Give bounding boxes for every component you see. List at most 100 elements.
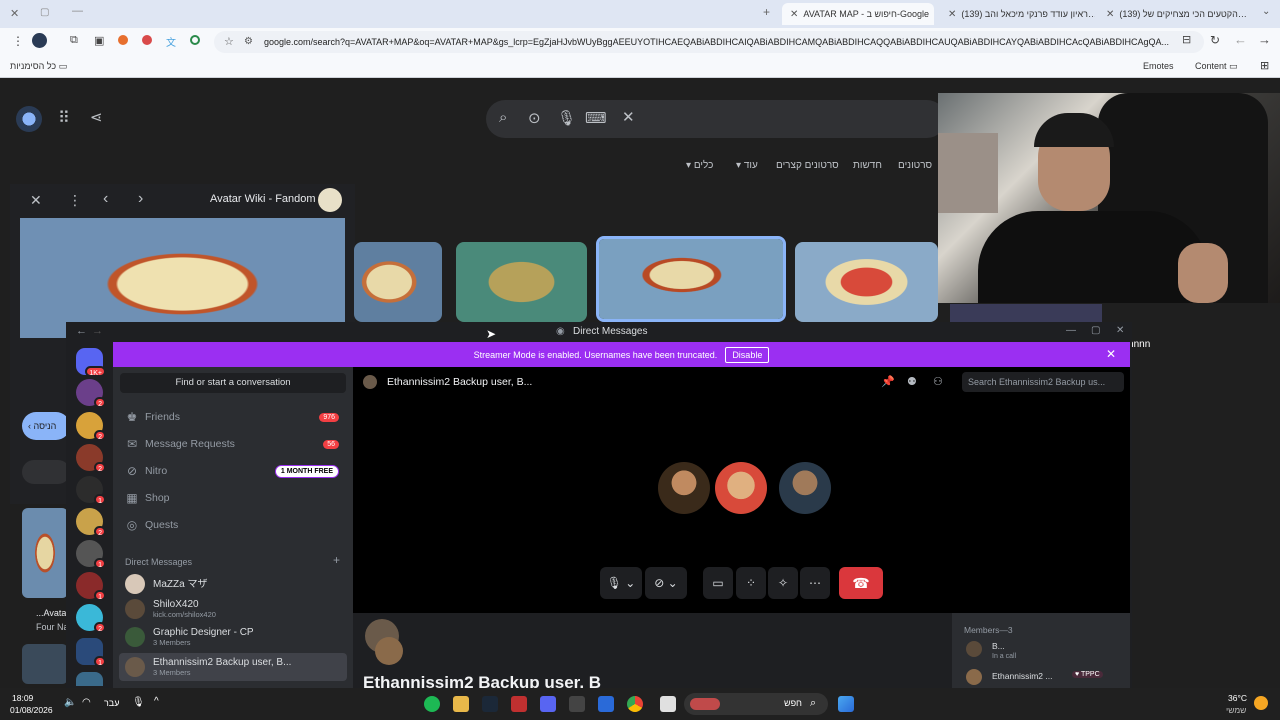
soundboard-button[interactable]: ✧ <box>768 567 798 599</box>
bookmark-emotes[interactable]: Emotes <box>1143 61 1174 71</box>
disable-streamer-mode-button[interactable]: Disable <box>725 346 770 363</box>
nav-shop[interactable]: ▦ Shop <box>119 486 347 510</box>
image-result[interactable] <box>795 242 938 322</box>
find-conversation-input[interactable]: Find or start a conversation <box>120 373 346 393</box>
close-tab-icon[interactable]: ✕ <box>948 9 956 20</box>
tab-tools[interactable]: ▾ כלים <box>686 160 713 171</box>
call-participant-avatar[interactable] <box>715 462 767 514</box>
more-options-icon[interactable]: ⋮ <box>68 192 82 209</box>
server-icon[interactable]: 1 <box>76 572 106 601</box>
taskbar-search[interactable]: חפש ⌕ <box>684 693 828 715</box>
capture-app-icon[interactable] <box>569 696 585 712</box>
dm-item-selected[interactable]: Ethannissim2 Backup user, B... 3 Members <box>119 653 347 681</box>
mute-button[interactable]: 🎙 ⌄ <box>600 567 642 599</box>
close-banner-icon[interactable]: ✕ <box>1106 347 1116 361</box>
google-account-avatar[interactable] <box>16 106 42 132</box>
steam-icon[interactable] <box>482 696 498 712</box>
discord-icon[interactable] <box>540 696 556 712</box>
tab-news[interactable]: חדשות <box>853 160 882 171</box>
previous-image-icon[interactable]: ‹ <box>103 190 108 208</box>
call-participant-avatar[interactable] <box>779 462 831 514</box>
avatar-map-preview-image[interactable] <box>20 218 345 338</box>
forward-icon[interactable]: ← <box>1234 32 1247 47</box>
server-icon[interactable]: 1 <box>76 540 106 569</box>
google-apps-icon[interactable]: ⠿ <box>58 108 70 128</box>
home-discord-icon[interactable]: 1K+ <box>76 348 106 377</box>
share-icon[interactable]: ⋖ <box>90 108 103 126</box>
server-icon[interactable]: 1 <box>76 476 106 505</box>
menu-icon[interactable]: ⋮ <box>12 34 24 48</box>
minimize-window-icon[interactable]: — <box>72 5 83 17</box>
call-participant-avatar[interactable] <box>658 462 710 514</box>
profile-avatar[interactable] <box>32 33 47 48</box>
server-icon[interactable]: 2 <box>76 508 106 537</box>
result-thumbnail[interactable] <box>22 508 68 598</box>
image-result[interactable] <box>354 242 442 322</box>
back-pill[interactable]: ‹ הניסה <box>22 412 70 440</box>
nav-quests[interactable]: ◎ Quests <box>119 513 347 537</box>
nav-friends[interactable]: ♚ Friends 976 <box>119 405 347 429</box>
close-tab-icon[interactable]: ✕ <box>790 9 798 20</box>
server-icon[interactable]: 2 <box>76 604 106 633</box>
bookmark-star-icon[interactable]: ☆ <box>224 31 234 53</box>
apps-grid-icon[interactable]: ⊞ <box>1260 59 1269 72</box>
translate-icon[interactable]: 文 <box>166 34 176 49</box>
image-result[interactable] <box>456 242 587 322</box>
activities-button[interactable]: ⁘ <box>736 567 766 599</box>
spotify-icon[interactable] <box>424 696 440 712</box>
tray-overflow-icon[interactable]: ^ <box>154 696 159 707</box>
clock-time[interactable]: 18:09 <box>12 693 33 703</box>
image-result-selected[interactable] <box>596 236 786 322</box>
server-icon[interactable]: 2 <box>76 379 106 408</box>
lens-icon[interactable]: ⊙ <box>528 109 541 127</box>
tab-youtube-2[interactable]: ✕ (139) ראיון עודד פרנקי מיכאל והב… <box>940 3 1095 25</box>
camera-button[interactable]: ⊘ ⌄ <box>645 567 687 599</box>
language-indicator[interactable]: עבר <box>104 698 119 708</box>
next-image-icon[interactable]: › <box>138 190 143 208</box>
close-panel-icon[interactable]: ✕ <box>30 192 42 209</box>
cast-icon[interactable]: ⊟ <box>1182 33 1191 46</box>
member-avatar[interactable] <box>966 669 982 685</box>
member-name[interactable]: B... <box>992 641 1005 651</box>
task-view-icon[interactable] <box>660 696 676 712</box>
apps-icon[interactable] <box>598 696 614 712</box>
server-icon[interactable] <box>76 672 103 686</box>
more-options-button[interactable]: ⋯ <box>800 567 830 599</box>
network-icon[interactable]: ◠ <box>82 697 91 708</box>
disconnect-call-button[interactable]: ☎ <box>839 567 883 599</box>
server-icon[interactable]: 2 <box>76 444 106 473</box>
dm-item[interactable]: Graphic Designer - CP 3 Members <box>119 623 347 651</box>
back-arrow-icon[interactable]: ← <box>76 325 87 337</box>
pin-icon[interactable]: 📌 <box>881 375 895 388</box>
member-name[interactable]: Ethannissim2 ... <box>992 671 1052 681</box>
extension-red-icon[interactable] <box>142 35 152 45</box>
new-tab-icon[interactable]: + <box>763 5 770 19</box>
server-icon[interactable]: 1 <box>76 638 106 667</box>
mic-icon[interactable]: 🎙 <box>557 109 576 127</box>
keyboard-icon[interactable]: ⌨ <box>585 109 607 127</box>
tab-search-icon[interactable]: ⌄ <box>1262 6 1270 17</box>
file-explorer-icon[interactable] <box>453 696 469 712</box>
result-title-partial[interactable]: ...Avata <box>36 608 66 618</box>
clock-date[interactable]: 01/08/2026 <box>10 705 53 715</box>
google-search-box[interactable]: ⌕ ⊙ 🎙 ⌨ ✕ <box>486 100 946 138</box>
panel-source-title[interactable]: Avatar Wiki - Fandom <box>210 193 316 205</box>
tab-more[interactable]: ▾ עוד <box>736 160 758 171</box>
add-friends-icon[interactable]: ⚉ <box>907 375 917 388</box>
chat-search-input[interactable]: Search Ethannissim2 Backup us... <box>962 372 1124 392</box>
filter-pill[interactable] <box>22 460 70 484</box>
restore-window-icon[interactable]: ▢ <box>40 7 49 18</box>
result-thumbnail[interactable] <box>22 644 68 684</box>
back-icon[interactable]: → <box>1258 32 1271 47</box>
screenshot-icon[interactable]: ▣ <box>94 34 104 47</box>
close-tab-icon[interactable]: ✕ <box>1106 9 1114 20</box>
volume-icon[interactable]: 🔈 <box>64 697 76 708</box>
reload-icon[interactable]: ↻ <box>1210 33 1220 47</box>
mic-tray-icon[interactable]: 🎙 <box>132 697 145 708</box>
dm-item[interactable]: MaZZa マザ <box>119 570 347 598</box>
bookmark-content[interactable]: Content ▭ <box>1195 61 1238 72</box>
recording-app-icon[interactable] <box>511 696 527 712</box>
clear-search-icon[interactable]: ✕ <box>622 108 635 126</box>
close-window-icon[interactable]: ✕ <box>10 7 19 20</box>
extension-orange-icon[interactable] <box>118 35 128 45</box>
